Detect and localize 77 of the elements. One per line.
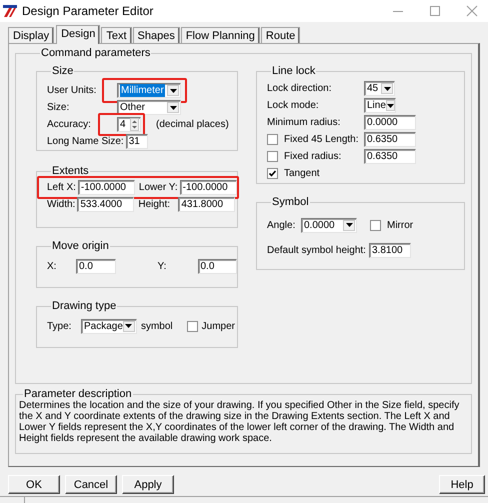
help-button[interactable]: Help (439, 475, 485, 494)
dialog-button[interactable]: Cancel (65, 475, 117, 494)
field-label: Long Name Size: (47, 136, 124, 147)
dialog-button[interactable]: Apply (122, 475, 174, 494)
caret-icon (170, 88, 176, 92)
dropdown[interactable]: 45 (364, 81, 395, 96)
checkbox-label: Tangent (284, 168, 320, 179)
input-field[interactable]: 3.8100 (369, 242, 411, 258)
field-label: Y: (158, 260, 168, 272)
field-label: Minimum radius: (267, 117, 342, 128)
field-label: Fixed radius: (284, 151, 342, 162)
dropdown[interactable]: Millimeter (117, 83, 181, 98)
field-label: Lock direction: (267, 83, 332, 94)
field-label: User Units: (47, 85, 98, 96)
group-title: Extents (51, 165, 90, 177)
input-field[interactable]: -100.0000 (180, 180, 237, 195)
field-label: Accuracy: (47, 119, 92, 130)
group-title: Command parameters (40, 47, 152, 59)
caret-icon (386, 104, 394, 108)
tab[interactable]: Display (8, 27, 54, 43)
tab[interactable]: Flow Planning (180, 27, 260, 43)
input-field[interactable]: 0.0 (76, 258, 116, 274)
checkbox-label: Jumper (202, 320, 235, 332)
input-field[interactable]: 0.6350 (364, 149, 416, 164)
dropdown[interactable]: Package (81, 318, 137, 334)
group-title: Drawing type (51, 300, 118, 312)
group-title: Symbol (271, 196, 310, 208)
field-label: X: (47, 260, 58, 272)
checkbox[interactable] (267, 151, 278, 162)
app-logo-icon (3, 4, 17, 18)
field-label: Lower Y: (138, 182, 178, 193)
caret-icon (346, 223, 352, 227)
input-field[interactable]: -100.0000 (78, 180, 135, 195)
dropdown[interactable]: Other (117, 100, 181, 115)
tab[interactable]: Text (101, 27, 132, 43)
checkbox[interactable] (370, 220, 381, 230)
field-label: Default symbol height: (267, 244, 367, 256)
field-label: Fixed 45 Length: (284, 134, 360, 145)
field-label: Left X: (47, 182, 76, 193)
checkbox-label: Mirror (387, 220, 414, 230)
input-field[interactable]: 533.4000 (77, 197, 134, 212)
dialog-button[interactable]: OK (8, 475, 60, 494)
checkbox[interactable] (267, 168, 278, 179)
field-label: Lock mode: (267, 100, 320, 111)
tab[interactable]: Shapes (132, 27, 180, 43)
field-label: Width: (47, 199, 76, 210)
check-icon (269, 170, 276, 177)
dropdown[interactable]: 0.0000 (301, 218, 357, 232)
dropdown[interactable]: Line (364, 98, 396, 113)
input-field[interactable]: 31 (126, 134, 148, 149)
field-label: Size: (47, 102, 70, 113)
close-icon (466, 5, 478, 17)
description-text: Determines the location and the size of your drawing. If you specified Other in the Size field, specify the X and Y coordinate extents of the drawing size in the Drawing Extents section. The Left X and Lower Y fields represent the X,Y coordinates of the lower left corner of the drawing. The Width and Height fields represent the available drawing work space. (19, 400, 460, 444)
group-title: Line lock (271, 65, 316, 77)
checkbox[interactable] (267, 134, 278, 145)
caret-icon (170, 106, 176, 110)
maximize-icon (429, 5, 441, 17)
group-title: Size (51, 65, 74, 77)
tab[interactable]: Design (56, 25, 100, 44)
unit-label: (decimal places) (156, 119, 229, 130)
field-label: Height: (138, 199, 172, 210)
group-title: Move origin (51, 240, 110, 252)
field-label: Type: (47, 320, 72, 332)
caret-icon (384, 86, 390, 90)
input-field[interactable]: 431.8000 (178, 197, 236, 212)
spinner-arrows-icon (130, 118, 139, 131)
input-field[interactable]: 0.0000 (364, 115, 416, 130)
caret-icon (125, 324, 132, 328)
field-label: Angle: (267, 220, 296, 230)
window-title: Design Parameter Editor (22, 4, 154, 18)
unit-label: symbol (140, 320, 173, 332)
tab[interactable]: Route (260, 27, 300, 43)
input-field[interactable]: 0.6350 (364, 132, 416, 147)
checkbox[interactable] (186, 320, 198, 332)
group-title: Parameter description (23, 388, 133, 400)
input-field[interactable]: 0.0 (198, 258, 237, 274)
spinner-field[interactable]: 4 (117, 117, 141, 132)
